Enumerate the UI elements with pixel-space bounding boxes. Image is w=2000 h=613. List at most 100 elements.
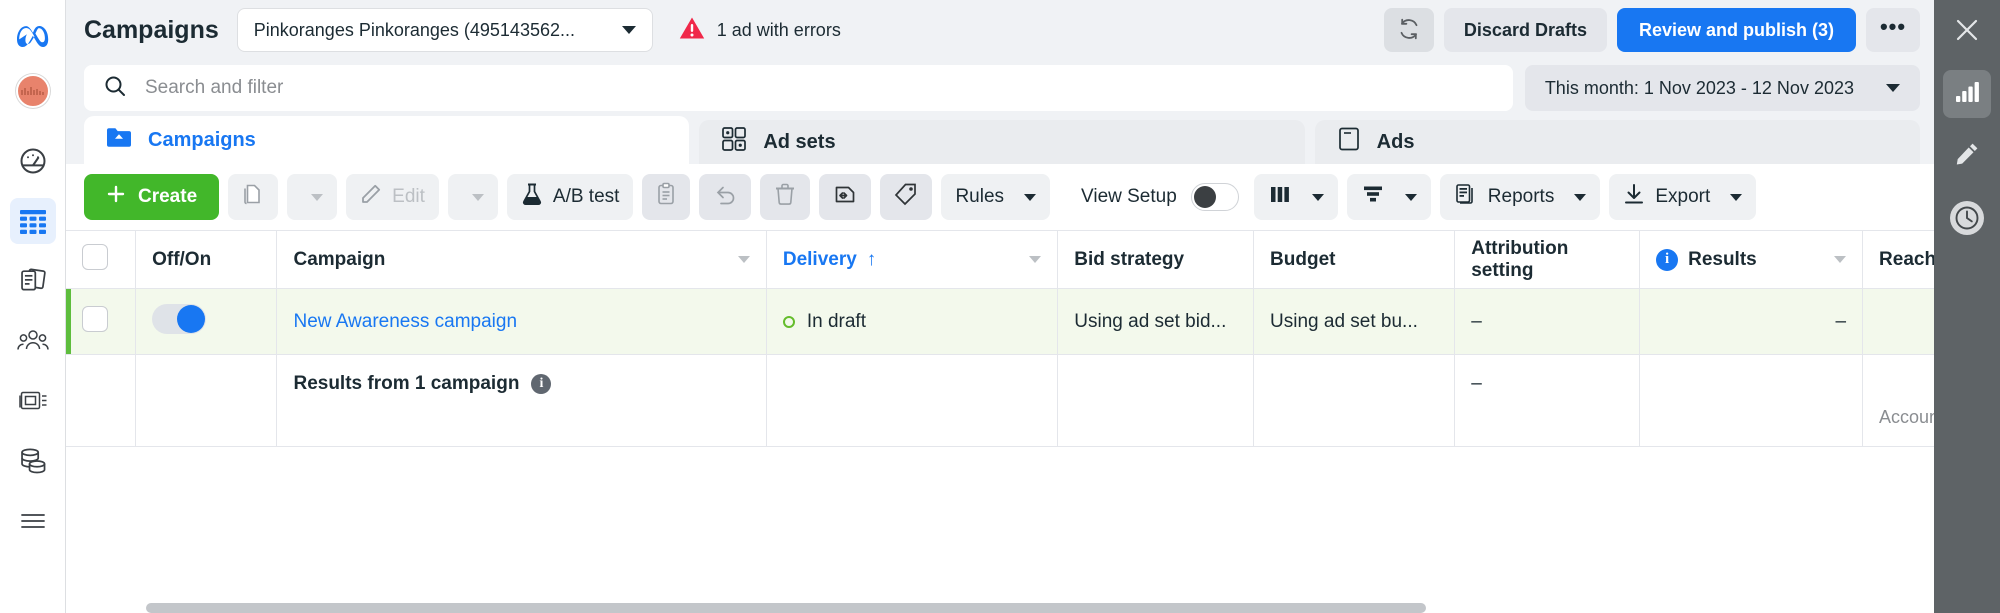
column-header-reach[interactable]: Reach: [1863, 231, 1934, 289]
horizontal-scrollbar[interactable]: [146, 603, 1934, 613]
charts-panel-button[interactable]: [1943, 70, 1991, 118]
search-input[interactable]: [143, 76, 1494, 100]
tag-button[interactable]: [880, 174, 932, 220]
chevron-down-icon: [1886, 84, 1900, 92]
campaign-on-off-toggle[interactable]: [152, 304, 206, 334]
chart-bars-icon: [1954, 80, 1980, 109]
column-label: Reach: [1879, 249, 1934, 271]
column-label: Campaign: [293, 249, 385, 271]
rules-button-label: Rules: [955, 186, 1004, 208]
duplicate-dropdown-button[interactable]: [287, 174, 337, 220]
view-setup-label: View Setup: [1081, 186, 1177, 208]
view-setup-control[interactable]: View Setup: [1081, 183, 1239, 211]
bid-strategy-value: Using ad set bid...: [1074, 311, 1237, 333]
column-header-bid-strategy: Bid strategy: [1058, 231, 1254, 289]
row-select-cell[interactable]: [66, 289, 136, 355]
chevron-down-icon[interactable]: [738, 256, 750, 263]
summary-select-cell: [66, 355, 136, 447]
column-header-select-all[interactable]: [66, 231, 136, 289]
summary-attribution-value: –: [1471, 373, 1482, 394]
select-all-checkbox[interactable]: [82, 244, 108, 270]
row-toggle-cell[interactable]: [136, 289, 277, 355]
columns-button[interactable]: [1254, 174, 1338, 220]
close-panel-button[interactable]: [1943, 8, 1991, 56]
chevron-down-icon: [622, 26, 636, 34]
reports-icon: [1454, 182, 1478, 212]
clipboard-button[interactable]: [642, 174, 690, 220]
search-and-filter-box[interactable]: [84, 65, 1513, 111]
flask-icon: [521, 182, 543, 212]
sidebar-item-table-grid-icon[interactable]: [10, 198, 56, 244]
results-value: –: [1835, 311, 1846, 332]
undo-icon: [713, 183, 737, 211]
export-button-label: Export: [1655, 186, 1710, 208]
error-notice[interactable]: 1 ad with errors: [679, 16, 841, 45]
avatar[interactable]: [16, 74, 50, 108]
row-checkbox[interactable]: [82, 306, 108, 332]
tab-ad-sets[interactable]: Ad sets: [699, 120, 1304, 164]
column-header-attribution-setting: Attribution setting: [1455, 231, 1640, 289]
info-icon[interactable]: i: [531, 374, 551, 394]
move-button[interactable]: [819, 174, 871, 220]
edit-button[interactable]: Edit: [346, 174, 439, 220]
export-button[interactable]: Export: [1609, 174, 1756, 220]
history-panel-button[interactable]: [1943, 194, 1991, 242]
main-content: Campaigns Pinkoranges Pinkoranges (49514…: [66, 0, 1934, 613]
budget-value: Using ad set bu...: [1270, 311, 1438, 333]
row-reach-cell: –: [1863, 289, 1934, 355]
column-header-campaign[interactable]: Campaign: [277, 231, 766, 289]
pencil-icon: [360, 183, 382, 211]
reports-button[interactable]: Reports: [1440, 174, 1601, 220]
download-icon: [1623, 182, 1645, 212]
campaigns-folder-icon: [106, 125, 132, 155]
chevron-down-icon[interactable]: [1029, 256, 1041, 263]
discard-drafts-button[interactable]: Discard Drafts: [1444, 8, 1607, 52]
more-options-button[interactable]: •••: [1866, 8, 1920, 52]
column-header-results[interactable]: i Results: [1640, 231, 1863, 289]
chevron-down-icon: [311, 194, 323, 201]
summary-results-cell: [1640, 355, 1863, 447]
summary-label-cell: Results from 1 campaign i: [277, 355, 766, 447]
column-label: Off/On: [152, 249, 211, 270]
campaign-name-link[interactable]: New Awareness campaign: [293, 311, 749, 333]
chevron-down-icon[interactable]: [1834, 256, 1846, 263]
status-dot-icon: [783, 316, 795, 328]
edit-dropdown-button[interactable]: [448, 174, 498, 220]
delete-button[interactable]: [760, 174, 810, 220]
table-row[interactable]: New Awareness campaign In draft Using ad…: [66, 289, 1934, 355]
swap-icon: [833, 182, 857, 212]
sidebar-item-billing-coins-icon[interactable]: [10, 438, 56, 484]
page-header: Campaigns Pinkoranges Pinkoranges (49514…: [66, 0, 1934, 60]
clock-history-icon: [1950, 201, 1984, 235]
sidebar-item-pages-stack-icon[interactable]: [10, 258, 56, 304]
chevron-down-icon: [472, 194, 484, 201]
refresh-button[interactable]: [1384, 8, 1434, 52]
row-attribution-cell: –: [1455, 289, 1640, 355]
rules-button[interactable]: Rules: [941, 174, 1050, 220]
summary-budget-cell: [1254, 355, 1455, 447]
tag-icon: [894, 182, 918, 212]
column-label: Bid strategy: [1074, 249, 1184, 270]
tab-ads[interactable]: Ads: [1315, 120, 1920, 164]
undo-button[interactable]: [699, 174, 751, 220]
entity-tabs: Campaigns Ad sets Ads: [66, 116, 1934, 164]
view-setup-toggle[interactable]: [1191, 183, 1239, 211]
tab-campaigns[interactable]: Campaigns: [84, 116, 689, 164]
sidebar-item-menu-hamburger-icon[interactable]: [10, 498, 56, 544]
sidebar-item-dashboard-gauge-icon[interactable]: [10, 138, 56, 184]
row-campaign-cell[interactable]: New Awareness campaign: [277, 289, 766, 355]
review-and-publish-button[interactable]: Review and publish (3): [1617, 8, 1856, 52]
breakdown-button[interactable]: [1347, 174, 1431, 220]
horizontal-scrollbar-thumb[interactable]: [146, 603, 1426, 613]
sidebar-item-audience-people-icon[interactable]: [10, 318, 56, 364]
column-header-delivery[interactable]: Delivery ↑: [766, 231, 1057, 289]
sidebar-item-catalog-icon[interactable]: [10, 378, 56, 424]
ab-test-button[interactable]: A/B test: [507, 174, 634, 220]
edit-panel-button[interactable]: [1943, 132, 1991, 180]
duplicate-button[interactable]: [228, 174, 278, 220]
create-button[interactable]: Create: [84, 174, 219, 220]
account-selector[interactable]: Pinkoranges Pinkoranges (495143562...: [237, 8, 653, 52]
date-range-selector[interactable]: This month: 1 Nov 2023 - 12 Nov 2023: [1525, 65, 1920, 111]
info-icon[interactable]: i: [1656, 249, 1678, 271]
row-budget-cell: Using ad set bu...: [1254, 289, 1455, 355]
